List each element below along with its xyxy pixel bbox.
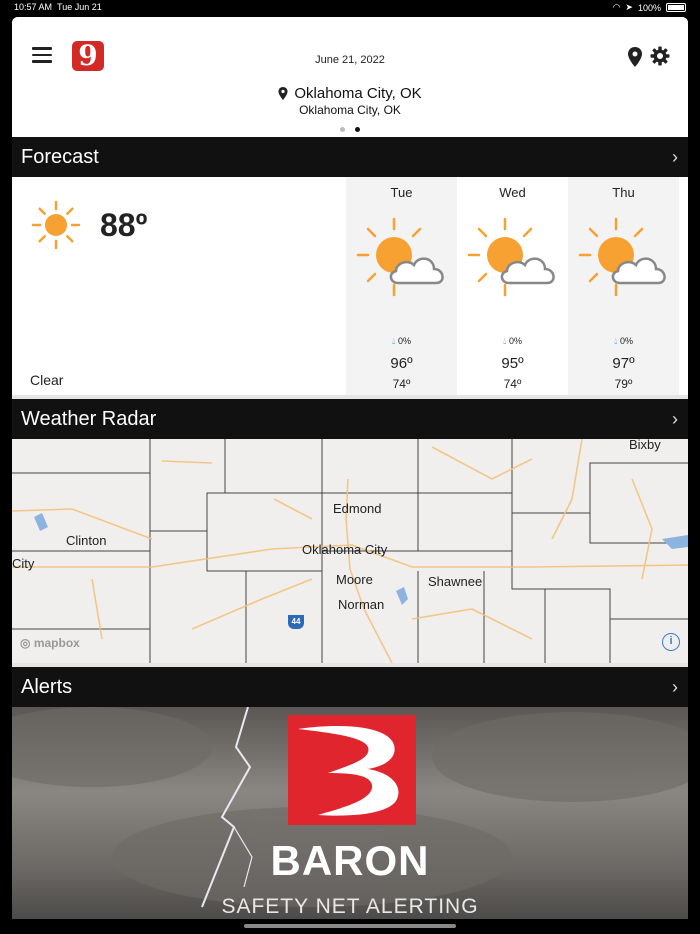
radar-title: Weather Radar: [21, 407, 157, 430]
battery-percent: 100%: [637, 2, 661, 13]
city-label-edmond: Edmond: [333, 501, 382, 516]
partly-cloudy-icon: [578, 217, 666, 297]
raindrop-icon: 💧︎: [391, 336, 396, 346]
precip-chance: 💧︎ 0%: [502, 336, 523, 346]
raindrop-icon: 💧︎: [613, 336, 618, 346]
info-icon[interactable]: i: [662, 633, 680, 651]
raindrop-icon: 💧︎: [502, 336, 507, 346]
wifi-icon: ◠: [612, 2, 621, 12]
chevron-right-icon: ›: [672, 146, 678, 167]
location-main: Oklahoma City, OK: [294, 85, 422, 102]
forecast-panel[interactable]: 88º Clear Tue 💧︎ 0% 96º 74º Wed 💧︎ 0% 95…: [12, 177, 688, 399]
chevron-right-icon: ›: [672, 676, 678, 697]
location-arrow-icon: ➤: [625, 2, 633, 12]
high-temp: 96º: [390, 355, 413, 372]
city-label-oklahoma-city: Oklahoma City: [302, 542, 388, 557]
precip-chance: 💧︎ 0%: [613, 336, 634, 346]
current-condition: Clear: [30, 372, 64, 388]
current-conditions: 88º Clear: [12, 177, 346, 395]
sun-icon: [31, 200, 81, 250]
day-name: Wed: [499, 185, 526, 200]
chevron-right-icon: ›: [672, 408, 678, 429]
high-temp: 95º: [501, 355, 524, 372]
header-date: June 21, 2022: [315, 54, 385, 66]
app-window: 9 June 21, 2022 Oklahoma City, OK Oklaho…: [12, 17, 688, 919]
city-label-city: City: [12, 556, 35, 571]
forecast-section-header[interactable]: Forecast ›: [12, 137, 688, 177]
radar-map[interactable]: Bixby Edmond Clinton Oklahoma City City …: [12, 439, 688, 667]
low-temp: 74º: [503, 377, 522, 391]
day-name: Thu: [612, 185, 635, 200]
forecast-day-wed[interactable]: Wed 💧︎ 0% 95º 74º: [457, 177, 568, 395]
status-time-date: 10:57 AM Tue Jun 21: [14, 2, 102, 12]
city-label-moore: Moore: [336, 572, 373, 587]
baron-subtitle: SAFETY NET ALERTING: [221, 895, 479, 918]
alerts-title: Alerts: [21, 675, 73, 698]
status-bar: 10:57 AM Tue Jun 21 ◠ ➤ 100%: [0, 0, 700, 16]
forecast-day-tue[interactable]: Tue 💧︎ 0% 96º 74º: [346, 177, 457, 395]
location-pin-button[interactable]: [628, 47, 642, 67]
current-temperature: 88º: [100, 207, 148, 243]
partly-cloudy-icon: [467, 217, 555, 297]
alerts-banner[interactable]: BARON SAFETY NET ALERTING: [12, 707, 688, 919]
app-header: 9 June 21, 2022 Oklahoma City, OK Oklaho…: [12, 17, 688, 137]
page-indicator[interactable]: [12, 125, 688, 134]
interstate-shield-icon: 44: [288, 615, 304, 629]
location-sub: Oklahoma City, OK: [299, 103, 401, 117]
alerts-section-header[interactable]: Alerts ›: [12, 667, 688, 707]
day-name: Tue: [390, 185, 413, 200]
baron-brand: BARON: [270, 837, 430, 884]
city-label-shawnee: Shawnee: [428, 574, 483, 589]
page-dot-location[interactable]: [340, 127, 345, 133]
high-temp: 97º: [612, 355, 635, 372]
city-label-clinton: Clinton: [66, 533, 107, 548]
city-label-norman: Norman: [338, 597, 385, 612]
radar-section-header[interactable]: Weather Radar ›: [12, 399, 688, 439]
low-temp: 74º: [392, 377, 411, 391]
partly-cloudy-icon: [356, 217, 444, 297]
city-label-bixby: Bixby: [629, 439, 661, 452]
settings-gear-button[interactable]: [650, 46, 670, 66]
mapbox-attribution[interactable]: ◎ mapbox: [20, 636, 80, 650]
home-indicator[interactable]: [244, 924, 456, 928]
forecast-day-thu[interactable]: Thu 💧︎ 0% 97º 79º: [568, 177, 679, 395]
low-temp: 79º: [614, 377, 633, 391]
page-dot-active[interactable]: [355, 127, 360, 133]
battery-icon: [666, 3, 686, 12]
baron-logo: [288, 715, 416, 825]
status-icons: ◠ ➤ 100%: [613, 2, 686, 13]
precip-chance: 💧︎ 0%: [391, 336, 412, 346]
forecast-title: Forecast: [21, 145, 99, 168]
location-selector[interactable]: Oklahoma City, OK Oklahoma City, OK: [12, 85, 688, 117]
location-pin-icon: [278, 87, 288, 100]
